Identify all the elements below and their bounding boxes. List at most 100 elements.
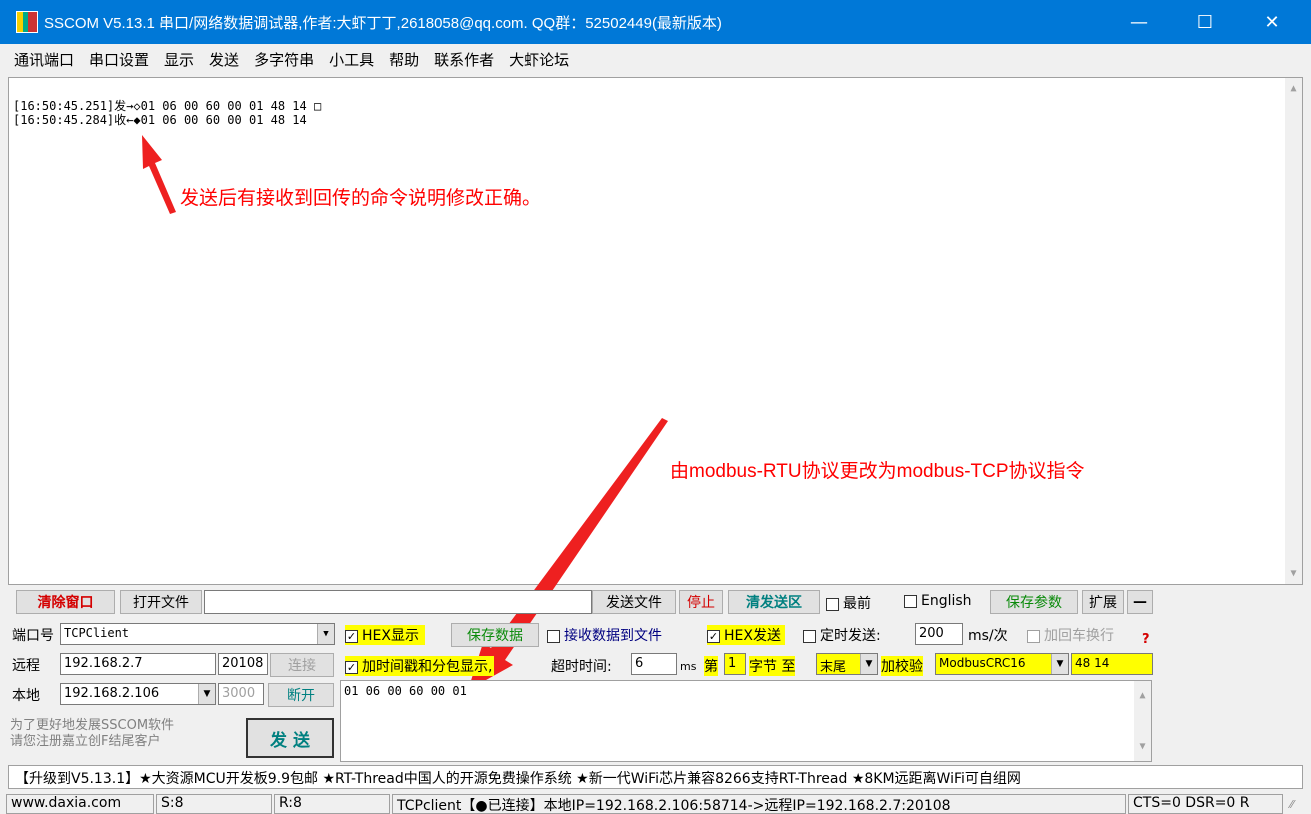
interval-input[interactable]: 200 — [915, 623, 963, 645]
local-port-input[interactable]: 3000 — [218, 683, 264, 705]
maximize-button[interactable]: ☐ — [1176, 0, 1234, 44]
timestamp-label: 加时间戳和分包显示, — [362, 659, 493, 675]
send-content: 01 06 00 60 00 01 — [344, 684, 467, 698]
checkbox-checked-icon: ✓ — [345, 660, 358, 674]
status-recv-count: R:8 — [274, 794, 390, 814]
topmost-checkbox[interactable]: 最前 — [826, 593, 871, 613]
timestamp-checkbox[interactable]: ✓ 加时间戳和分包显示, — [345, 656, 495, 676]
chevron-down-icon[interactable]: ▼ — [1051, 654, 1068, 674]
toolbar: 清除窗口 打开文件 发送文件 停止 清发送区 最前 English 保存参数 扩… — [8, 589, 1162, 615]
local-ip-select[interactable]: 192.168.2.106 ▼ — [60, 683, 216, 705]
status-connection: TCPclient【●已连接】本地IP=192.168.2.106:58714-… — [392, 794, 1126, 814]
checkbox-checked-icon: ✓ — [345, 629, 358, 643]
send-file-button[interactable]: 发送文件 — [592, 590, 676, 614]
chevron-down-icon[interactable]: ▼ — [860, 654, 877, 674]
status-signals: CTS=0 DSR=0 R — [1128, 794, 1283, 814]
hex-send-label: HEX发送 — [724, 628, 781, 644]
menu-send[interactable]: 发送 — [209, 49, 239, 70]
minimize-button[interactable]: — — [1110, 0, 1168, 44]
menu-bar: 通讯端口 串口设置 显示 发送 多字符串 小工具 帮助 联系作者 大虾论坛 — [0, 44, 1311, 74]
local-ip-value: 192.168.2.106 — [64, 686, 160, 701]
promo-text[interactable]: 为了更好地发展SSCOM软件 请您注册嘉立创F结尾客户 — [10, 718, 242, 750]
send-button[interactable]: 发 送 — [246, 718, 334, 758]
scroll-down-icon[interactable]: ▼ — [1285, 565, 1302, 582]
resize-grip-icon[interactable]: ⁄⁄ — [1290, 798, 1294, 811]
checksum-label: 加校验 — [881, 656, 923, 676]
port-label: 端口号 — [12, 628, 54, 644]
menu-contact-author[interactable]: 联系作者 — [434, 49, 494, 70]
english-label: English — [921, 593, 972, 609]
news-ticker[interactable]: 【升级到V5.13.1】★大资源MCU开发板9.9包邮 ★RT-Thread中国… — [8, 765, 1303, 789]
hex-display-checkbox[interactable]: ✓ HEX显示 — [345, 625, 425, 645]
byte-start-input[interactable]: 1 — [724, 653, 746, 675]
receive-area[interactable]: [16:50:45.251]发→◇01 06 00 60 00 01 48 14… — [8, 77, 1303, 585]
annotation-note-2: 由modbus-RTU协议更改为modbus-TCP协议指令 — [670, 461, 1085, 482]
timeout-unit: ms — [680, 660, 697, 673]
checkbox-icon — [826, 597, 839, 611]
collapse-button[interactable]: — — [1127, 590, 1153, 614]
menu-multi-string[interactable]: 多字符串 — [254, 49, 314, 70]
checksum-select[interactable]: ModbusCRC16 ▼ — [935, 653, 1069, 675]
checksum-type-value: ModbusCRC16 — [939, 656, 1026, 670]
menu-help[interactable]: 帮助 — [389, 49, 419, 70]
open-file-button[interactable]: 打开文件 — [120, 590, 202, 614]
port-select[interactable]: TCPClient ▼ — [60, 623, 335, 645]
menu-tools[interactable]: 小工具 — [329, 49, 374, 70]
timeout-input[interactable]: 6 — [631, 653, 677, 675]
connect-button[interactable]: 连接 — [270, 653, 334, 677]
remote-port-input[interactable]: 20108 — [218, 653, 268, 675]
app-icon — [16, 11, 38, 33]
topmost-label: 最前 — [843, 596, 871, 612]
chevron-down-icon[interactable]: ▼ — [198, 684, 215, 704]
recv-to-file-checkbox[interactable]: 接收数据到文件 — [547, 625, 662, 645]
receive-line: [16:50:45.251]发→◇01 06 00 60 00 01 48 14… — [13, 99, 322, 113]
menu-comm-port[interactable]: 通讯端口 — [14, 49, 74, 70]
byte-to-label: 字节 至 — [749, 656, 796, 676]
checkbox-icon — [803, 629, 816, 643]
checksum-value: 48 14 — [1071, 653, 1153, 675]
byte-end-value: 末尾 — [820, 660, 847, 675]
scroll-down-icon[interactable]: ▼ — [1134, 738, 1151, 755]
hex-send-checkbox[interactable]: ✓ HEX发送 — [707, 625, 785, 645]
chevron-down-icon[interactable]: ▼ — [317, 624, 334, 644]
save-data-button[interactable]: 保存数据 — [451, 623, 539, 647]
send-textarea[interactable]: 01 06 00 60 00 01 ▲ ▼ — [340, 680, 1152, 762]
disconnect-button[interactable]: 断开 — [268, 683, 334, 707]
timed-send-checkbox[interactable]: 定时发送: — [803, 625, 881, 645]
scroll-up-icon[interactable]: ▲ — [1134, 687, 1151, 704]
receive-line: [16:50:45.284]收←◆01 06 00 60 00 01 48 14 — [13, 113, 307, 127]
byte-from-label: 第 — [704, 656, 718, 676]
port-value: TCPClient — [64, 626, 130, 640]
receive-scrollbar[interactable]: ▲ ▼ — [1285, 78, 1302, 584]
file-path-input[interactable] — [204, 590, 592, 614]
send-scrollbar[interactable]: ▲ ▼ — [1134, 681, 1151, 761]
hex-display-label: HEX显示 — [362, 628, 419, 644]
byte-end-select[interactable]: 末尾 ▼ — [816, 653, 878, 675]
annotation-note-1: 发送后有接收到回传的命令说明修改正确。 — [180, 188, 542, 209]
checkbox-icon — [1027, 629, 1040, 643]
interval-unit: ms/次 — [968, 628, 1008, 644]
remote-ip-input[interactable]: 192.168.2.7 — [60, 653, 216, 675]
add-crlf-checkbox[interactable]: 加回车换行 — [1027, 625, 1114, 645]
scroll-up-icon[interactable]: ▲ — [1285, 80, 1302, 97]
english-checkbox[interactable]: English — [904, 593, 972, 609]
menu-serial-settings[interactable]: 串口设置 — [89, 49, 149, 70]
checkbox-icon — [547, 629, 560, 643]
status-website[interactable]: www.daxia.com — [6, 794, 154, 814]
status-sent-count: S:8 — [156, 794, 272, 814]
checkbox-checked-icon: ✓ — [707, 629, 720, 643]
help-icon[interactable]: ? — [1142, 632, 1150, 647]
title-bar: SSCOM V5.13.1 串口/网络数据调试器,作者:大虾丁丁,2618058… — [0, 0, 1311, 44]
stop-button[interactable]: 停止 — [679, 590, 723, 614]
clear-send-button[interactable]: 清发送区 — [728, 590, 820, 614]
add-crlf-label: 加回车换行 — [1044, 628, 1114, 644]
save-params-button[interactable]: 保存参数 — [990, 590, 1078, 614]
menu-display[interactable]: 显示 — [164, 49, 194, 70]
close-button[interactable]: ✕ — [1243, 0, 1301, 44]
checkbox-icon — [904, 594, 917, 608]
menu-forum[interactable]: 大虾论坛 — [509, 49, 569, 70]
window-title: SSCOM V5.13.1 串口/网络数据调试器,作者:大虾丁丁,2618058… — [44, 14, 722, 32]
clear-window-button[interactable]: 清除窗口 — [16, 590, 115, 614]
local-label: 本地 — [12, 688, 40, 704]
expand-button[interactable]: 扩展 — [1082, 590, 1124, 614]
